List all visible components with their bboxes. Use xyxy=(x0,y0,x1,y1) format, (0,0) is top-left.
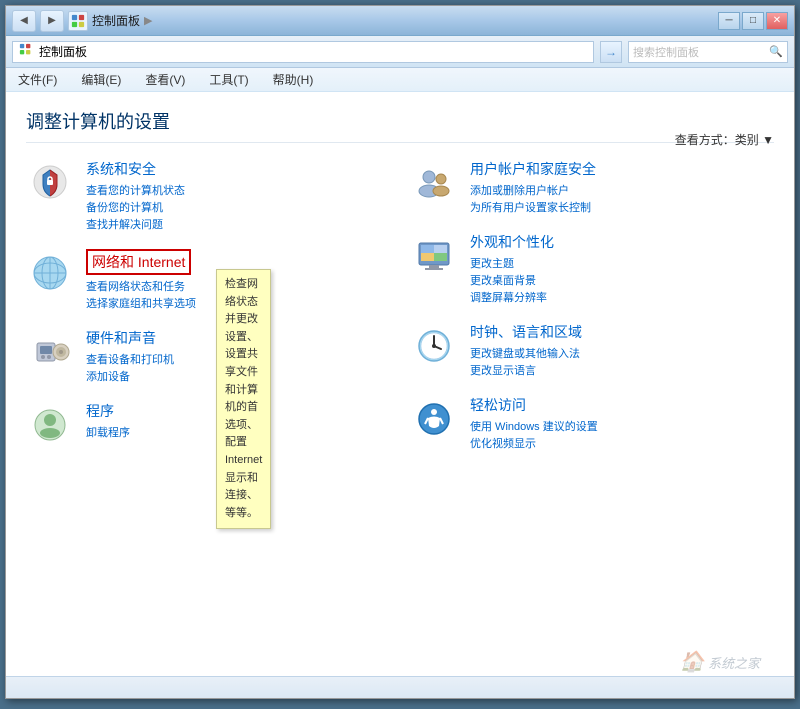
ease-access-sub1[interactable]: 使用 Windows 建议的设置 xyxy=(470,418,598,434)
hardware-sound-text: 硬件和声音 查看设备和打印机 添加设备 xyxy=(86,328,174,385)
menu-file[interactable]: 文件(F) xyxy=(14,69,61,90)
system-security-sub2[interactable]: 备份您的计算机 xyxy=(86,199,185,215)
appearance-icon xyxy=(410,232,458,280)
appearance-title[interactable]: 外观和个性化 xyxy=(470,232,554,252)
system-security-title[interactable]: 系统和安全 xyxy=(86,159,185,179)
panel-system-security: 系统和安全 查看您的计算机状态 备份您的计算机 查找并解决问题 xyxy=(26,159,390,233)
appearance-sub1[interactable]: 更改主题 xyxy=(470,255,554,271)
view-mode-label: 查看方式：类别 xyxy=(675,133,759,147)
menubar: 文件(F) 编辑(E) 查看(V) 工具(T) 帮助(H) xyxy=(6,68,794,92)
appearance-sub3[interactable]: 调整屏幕分辨率 xyxy=(470,289,554,305)
search-placeholder: 搜索控制面板 xyxy=(633,44,699,60)
network-internet-title[interactable]: 网络和 Internet xyxy=(86,249,191,275)
watermark-icon: 🏠 xyxy=(679,651,704,673)
page-title: 调整计算机的设置 xyxy=(26,108,774,143)
clock-language-icon xyxy=(410,322,458,370)
user-accounts-icon xyxy=(410,159,458,207)
panel-programs: 程序 卸载程序 xyxy=(26,401,390,449)
menu-tools[interactable]: 工具(T) xyxy=(205,69,252,90)
system-security-sub1[interactable]: 查看您的计算机状态 xyxy=(86,182,185,198)
user-accounts-sub2[interactable]: 为所有用户设置家长控制 xyxy=(470,199,596,215)
user-accounts-title[interactable]: 用户帐户和家庭安全 xyxy=(470,159,596,179)
back-button[interactable]: ◀ xyxy=(12,10,36,32)
control-panel-icon xyxy=(68,11,88,31)
forward-button[interactable]: ▶ xyxy=(40,10,64,32)
search-box[interactable]: 搜索控制面板 🔍 xyxy=(628,41,788,63)
right-panels: 用户帐户和家庭安全 添加或删除用户帐户 为所有用户设置家长控制 xyxy=(410,159,774,468)
network-tooltip: 检查网络状态并更改设置、设置共享文件和计算机的首选项、配置 Internet 显… xyxy=(216,269,271,529)
system-security-sub3[interactable]: 查找并解决问题 xyxy=(86,216,185,232)
network-sub2[interactable]: 选择家庭组和共享选项 xyxy=(86,295,196,311)
statusbar xyxy=(6,676,794,698)
hardware-sub2[interactable]: 添加设备 xyxy=(86,368,174,384)
main-content: 调整计算机的设置 查看方式：类别 ▼ xyxy=(6,92,794,676)
appearance-sub2[interactable]: 更改桌面背景 xyxy=(470,272,554,288)
menu-help[interactable]: 帮助(H) xyxy=(269,69,318,90)
ease-access-icon xyxy=(410,395,458,443)
view-mode-dropdown-icon[interactable]: ▼ xyxy=(762,133,774,147)
network-sub1[interactable]: 查看网络状态和任务 xyxy=(86,278,196,294)
titlebar-title: 控制面板 xyxy=(92,12,140,29)
left-panels: 系统和安全 查看您的计算机状态 备份您的计算机 查找并解决问题 xyxy=(26,159,390,468)
ease-access-title[interactable]: 轻松访问 xyxy=(470,395,598,415)
hardware-sound-title[interactable]: 硬件和声音 xyxy=(86,328,174,348)
panels-container: 系统和安全 查看您的计算机状态 备份您的计算机 查找并解决问题 xyxy=(26,159,774,468)
clock-sub2[interactable]: 更改显示语言 xyxy=(470,362,582,378)
panel-network-internet: 网络和 Internet 查看网络状态和任务 选择家庭组和共享选项 检查网络状态… xyxy=(26,249,390,312)
panel-user-accounts: 用户帐户和家庭安全 添加或删除用户帐户 为所有用户设置家长控制 xyxy=(410,159,774,216)
titlebar-controls: ─ □ ✕ xyxy=(718,12,788,30)
close-button[interactable]: ✕ xyxy=(766,12,788,30)
hardware-sound-icon xyxy=(26,328,74,376)
minimize-button[interactable]: ─ xyxy=(718,12,740,30)
panel-ease-access: 轻松访问 使用 Windows 建议的设置 优化视频显示 xyxy=(410,395,774,452)
system-security-text: 系统和安全 查看您的计算机状态 备份您的计算机 查找并解决问题 xyxy=(86,159,185,233)
main-window: ◀ ▶ 控制面板 ▶ ─ □ ✕ xyxy=(5,5,795,699)
programs-text: 程序 卸载程序 xyxy=(86,401,130,449)
titlebar-left: ◀ ▶ 控制面板 ▶ xyxy=(12,10,152,32)
ease-access-sub2[interactable]: 优化视频显示 xyxy=(470,435,598,451)
programs-icon xyxy=(26,401,74,449)
appearance-text: 外观和个性化 更改主题 更改桌面背景 调整屏幕分辨率 xyxy=(470,232,554,306)
network-internet-text: 网络和 Internet 查看网络状态和任务 选择家庭组和共享选项 检查网络状态… xyxy=(86,249,196,312)
titlebar-separator: ▶ xyxy=(144,14,152,27)
programs-title[interactable]: 程序 xyxy=(86,401,130,421)
user-accounts-text: 用户帐户和家庭安全 添加或删除用户帐户 为所有用户设置家长控制 xyxy=(470,159,596,216)
addressbar: 控制面板 → 搜索控制面板 🔍 xyxy=(6,36,794,68)
menu-view[interactable]: 查看(V) xyxy=(141,69,189,90)
go-button[interactable]: → xyxy=(600,41,622,63)
watermark: 🏠 系统之家 xyxy=(679,649,760,674)
search-icon: 🔍 xyxy=(769,45,783,58)
maximize-button[interactable]: □ xyxy=(742,12,764,30)
programs-sub1[interactable]: 卸载程序 xyxy=(86,424,130,440)
address-path: 控制面板 xyxy=(39,43,87,60)
panel-clock-language: 时钟、语言和区域 更改键盘或其他输入法 更改显示语言 xyxy=(410,322,774,379)
menu-edit[interactable]: 编辑(E) xyxy=(77,69,125,90)
titlebar: ◀ ▶ 控制面板 ▶ ─ □ ✕ xyxy=(6,6,794,36)
user-accounts-sub1[interactable]: 添加或删除用户帐户 xyxy=(470,182,596,198)
clock-language-text: 时钟、语言和区域 更改键盘或其他输入法 更改显示语言 xyxy=(470,322,582,379)
clock-sub1[interactable]: 更改键盘或其他输入法 xyxy=(470,345,582,361)
panel-appearance: 外观和个性化 更改主题 更改桌面背景 调整屏幕分辨率 xyxy=(410,232,774,306)
address-field[interactable]: 控制面板 xyxy=(12,41,594,63)
ease-access-text: 轻松访问 使用 Windows 建议的设置 优化视频显示 xyxy=(470,395,598,452)
system-security-icon xyxy=(26,159,74,207)
view-mode[interactable]: 查看方式：类别 ▼ xyxy=(675,131,774,148)
hardware-sub1[interactable]: 查看设备和打印机 xyxy=(86,351,174,367)
tooltip-text: 检查网络状态并更改设置、设置共享文件和计算机的首选项、配置 Internet 显… xyxy=(225,278,262,519)
panel-hardware-sound: 硬件和声音 查看设备和打印机 添加设备 xyxy=(26,328,390,385)
watermark-text: 系统之家 xyxy=(708,656,760,671)
clock-language-title[interactable]: 时钟、语言和区域 xyxy=(470,322,582,342)
network-internet-icon xyxy=(26,249,74,297)
